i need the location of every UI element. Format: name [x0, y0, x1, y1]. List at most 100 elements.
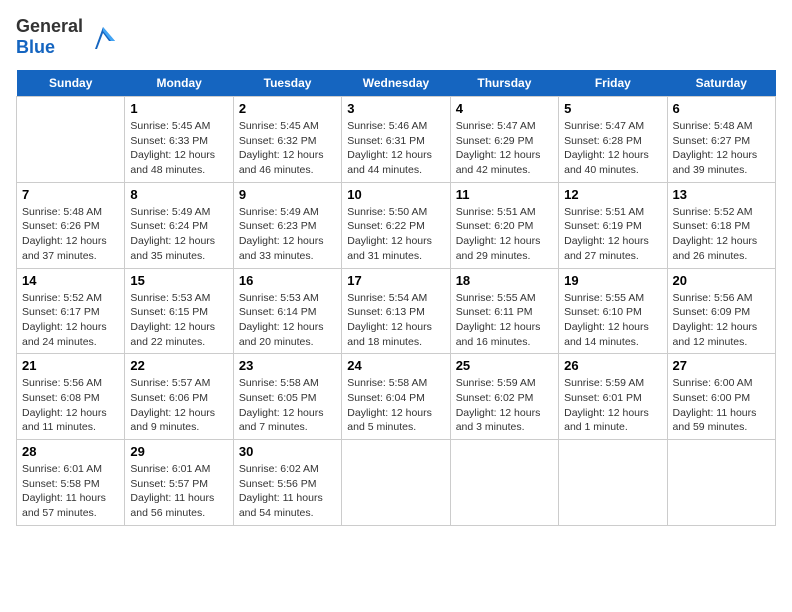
day-cell: [342, 440, 450, 526]
day-info: Sunrise: 6:01 AMSunset: 5:57 PMDaylight:…: [130, 462, 227, 521]
day-info: Sunrise: 5:51 AMSunset: 6:20 PMDaylight:…: [456, 205, 553, 264]
day-info: Sunrise: 6:02 AMSunset: 5:56 PMDaylight:…: [239, 462, 336, 521]
week-row-4: 21 Sunrise: 5:56 AMSunset: 6:08 PMDayligh…: [17, 354, 776, 440]
day-cell: 4 Sunrise: 5:47 AMSunset: 6:29 PMDaylight…: [450, 97, 558, 183]
day-cell: 11 Sunrise: 5:51 AMSunset: 6:20 PMDayligh…: [450, 182, 558, 268]
day-info: Sunrise: 5:58 AMSunset: 6:04 PMDaylight:…: [347, 376, 444, 435]
day-info: Sunrise: 5:57 AMSunset: 6:06 PMDaylight:…: [130, 376, 227, 435]
day-header-saturday: Saturday: [667, 70, 775, 97]
week-row-2: 7Sunrise: 5:48 AMSunset: 6:26 PMDaylight…: [17, 182, 776, 268]
days-header-row: SundayMondayTuesdayWednesdayThursdayFrid…: [17, 70, 776, 97]
logo-general: General: [16, 16, 83, 36]
day-info: Sunrise: 5:56 AMSunset: 6:08 PMDaylight:…: [22, 376, 119, 435]
week-row-1: 1 Sunrise: 5:45 AMSunset: 6:33 PMDaylight…: [17, 97, 776, 183]
day-number: 5: [564, 101, 661, 116]
day-info: Sunrise: 5:55 AMSunset: 6:11 PMDaylight:…: [456, 291, 553, 350]
day-info: Sunrise: 5:49 AMSunset: 6:23 PMDaylight:…: [239, 205, 336, 264]
day-number: 25: [456, 358, 553, 373]
day-cell: 14Sunrise: 5:52 AMSunset: 6:17 PMDayligh…: [17, 268, 125, 354]
day-cell: [17, 97, 125, 183]
day-number: 10: [347, 187, 444, 202]
day-number: 1: [130, 101, 227, 116]
logo-icon: [87, 21, 119, 53]
day-number: 11: [456, 187, 553, 202]
day-cell: 30 Sunrise: 6:02 AMSunset: 5:56 PMDayligh…: [233, 440, 341, 526]
day-info: Sunrise: 5:47 AMSunset: 6:29 PMDaylight:…: [456, 119, 553, 178]
day-cell: 24Sunrise: 5:58 AMSunset: 6:04 PMDayligh…: [342, 354, 450, 440]
day-info: Sunrise: 5:52 AMSunset: 6:18 PMDaylight:…: [673, 205, 770, 264]
calendar-table: SundayMondayTuesdayWednesdayThursdayFrid…: [16, 70, 776, 526]
day-cell: 18Sunrise: 5:55 AMSunset: 6:11 PMDayligh…: [450, 268, 558, 354]
day-cell: 3Sunrise: 5:46 AMSunset: 6:31 PMDaylight…: [342, 97, 450, 183]
day-info: Sunrise: 5:51 AMSunset: 6:19 PMDaylight:…: [564, 205, 661, 264]
day-cell: 10 Sunrise: 5:50 AMSunset: 6:22 PMDayligh…: [342, 182, 450, 268]
day-header-thursday: Thursday: [450, 70, 558, 97]
day-cell: 16 Sunrise: 5:53 AMSunset: 6:14 PMDayligh…: [233, 268, 341, 354]
day-number: 29: [130, 444, 227, 459]
day-cell: 15 Sunrise: 5:53 AMSunset: 6:15 PMDayligh…: [125, 268, 233, 354]
day-info: Sunrise: 5:48 AMSunset: 6:27 PMDaylight:…: [673, 119, 770, 178]
day-number: 16: [239, 273, 336, 288]
day-info: Sunrise: 5:47 AMSunset: 6:28 PMDaylight:…: [564, 119, 661, 178]
day-info: Sunrise: 6:00 AMSunset: 6:00 PMDaylight:…: [673, 376, 770, 435]
day-info: Sunrise: 5:56 AMSunset: 6:09 PMDaylight:…: [673, 291, 770, 350]
day-header-monday: Monday: [125, 70, 233, 97]
day-cell: 28 Sunrise: 6:01 AMSunset: 5:58 PMDayligh…: [17, 440, 125, 526]
day-cell: 1 Sunrise: 5:45 AMSunset: 6:33 PMDaylight…: [125, 97, 233, 183]
day-number: 15: [130, 273, 227, 288]
day-cell: 6 Sunrise: 5:48 AMSunset: 6:27 PMDaylight…: [667, 97, 775, 183]
day-number: 8: [130, 187, 227, 202]
day-cell: 25 Sunrise: 5:59 AMSunset: 6:02 PMDayligh…: [450, 354, 558, 440]
logo: General Blue: [16, 16, 119, 58]
header: General Blue: [16, 16, 776, 58]
day-info: Sunrise: 5:45 AMSunset: 6:32 PMDaylight:…: [239, 119, 336, 178]
day-number: 6: [673, 101, 770, 116]
day-cell: 7Sunrise: 5:48 AMSunset: 6:26 PMDaylight…: [17, 182, 125, 268]
day-info: Sunrise: 6:01 AMSunset: 5:58 PMDaylight:…: [22, 462, 119, 521]
day-info: Sunrise: 5:50 AMSunset: 6:22 PMDaylight:…: [347, 205, 444, 264]
day-number: 27: [673, 358, 770, 373]
day-info: Sunrise: 5:59 AMSunset: 6:02 PMDaylight:…: [456, 376, 553, 435]
day-number: 9: [239, 187, 336, 202]
day-cell: 5 Sunrise: 5:47 AMSunset: 6:28 PMDaylight…: [559, 97, 667, 183]
day-cell: 13 Sunrise: 5:52 AMSunset: 6:18 PMDayligh…: [667, 182, 775, 268]
day-number: 26: [564, 358, 661, 373]
day-info: Sunrise: 5:55 AMSunset: 6:10 PMDaylight:…: [564, 291, 661, 350]
day-cell: 19Sunrise: 5:55 AMSunset: 6:10 PMDayligh…: [559, 268, 667, 354]
day-number: 21: [22, 358, 119, 373]
day-number: 28: [22, 444, 119, 459]
logo-blue: Blue: [16, 37, 55, 57]
day-number: 2: [239, 101, 336, 116]
day-header-friday: Friday: [559, 70, 667, 97]
day-number: 4: [456, 101, 553, 116]
day-number: 20: [673, 273, 770, 288]
day-info: Sunrise: 5:45 AMSunset: 6:33 PMDaylight:…: [130, 119, 227, 178]
day-header-sunday: Sunday: [17, 70, 125, 97]
day-info: Sunrise: 5:59 AMSunset: 6:01 PMDaylight:…: [564, 376, 661, 435]
day-cell: 9 Sunrise: 5:49 AMSunset: 6:23 PMDaylight…: [233, 182, 341, 268]
day-info: Sunrise: 5:53 AMSunset: 6:15 PMDaylight:…: [130, 291, 227, 350]
day-info: Sunrise: 5:54 AMSunset: 6:13 PMDaylight:…: [347, 291, 444, 350]
day-number: 12: [564, 187, 661, 202]
day-cell: 23Sunrise: 5:58 AMSunset: 6:05 PMDayligh…: [233, 354, 341, 440]
day-cell: 26 Sunrise: 5:59 AMSunset: 6:01 PMDayligh…: [559, 354, 667, 440]
day-cell: 12 Sunrise: 5:51 AMSunset: 6:19 PMDayligh…: [559, 182, 667, 268]
day-info: Sunrise: 5:53 AMSunset: 6:14 PMDaylight:…: [239, 291, 336, 350]
day-cell: 29 Sunrise: 6:01 AMSunset: 5:57 PMDayligh…: [125, 440, 233, 526]
day-number: 13: [673, 187, 770, 202]
day-info: Sunrise: 5:49 AMSunset: 6:24 PMDaylight:…: [130, 205, 227, 264]
day-cell: 8 Sunrise: 5:49 AMSunset: 6:24 PMDaylight…: [125, 182, 233, 268]
day-cell: 20 Sunrise: 5:56 AMSunset: 6:09 PMDayligh…: [667, 268, 775, 354]
day-info: Sunrise: 5:52 AMSunset: 6:17 PMDaylight:…: [22, 291, 119, 350]
day-cell: [450, 440, 558, 526]
day-number: 30: [239, 444, 336, 459]
day-cell: 22Sunrise: 5:57 AMSunset: 6:06 PMDayligh…: [125, 354, 233, 440]
week-row-5: 28 Sunrise: 6:01 AMSunset: 5:58 PMDayligh…: [17, 440, 776, 526]
day-number: 3: [347, 101, 444, 116]
day-header-tuesday: Tuesday: [233, 70, 341, 97]
day-info: Sunrise: 5:58 AMSunset: 6:05 PMDaylight:…: [239, 376, 336, 435]
day-number: 17: [347, 273, 444, 288]
day-header-wednesday: Wednesday: [342, 70, 450, 97]
day-number: 7: [22, 187, 119, 202]
day-cell: [559, 440, 667, 526]
